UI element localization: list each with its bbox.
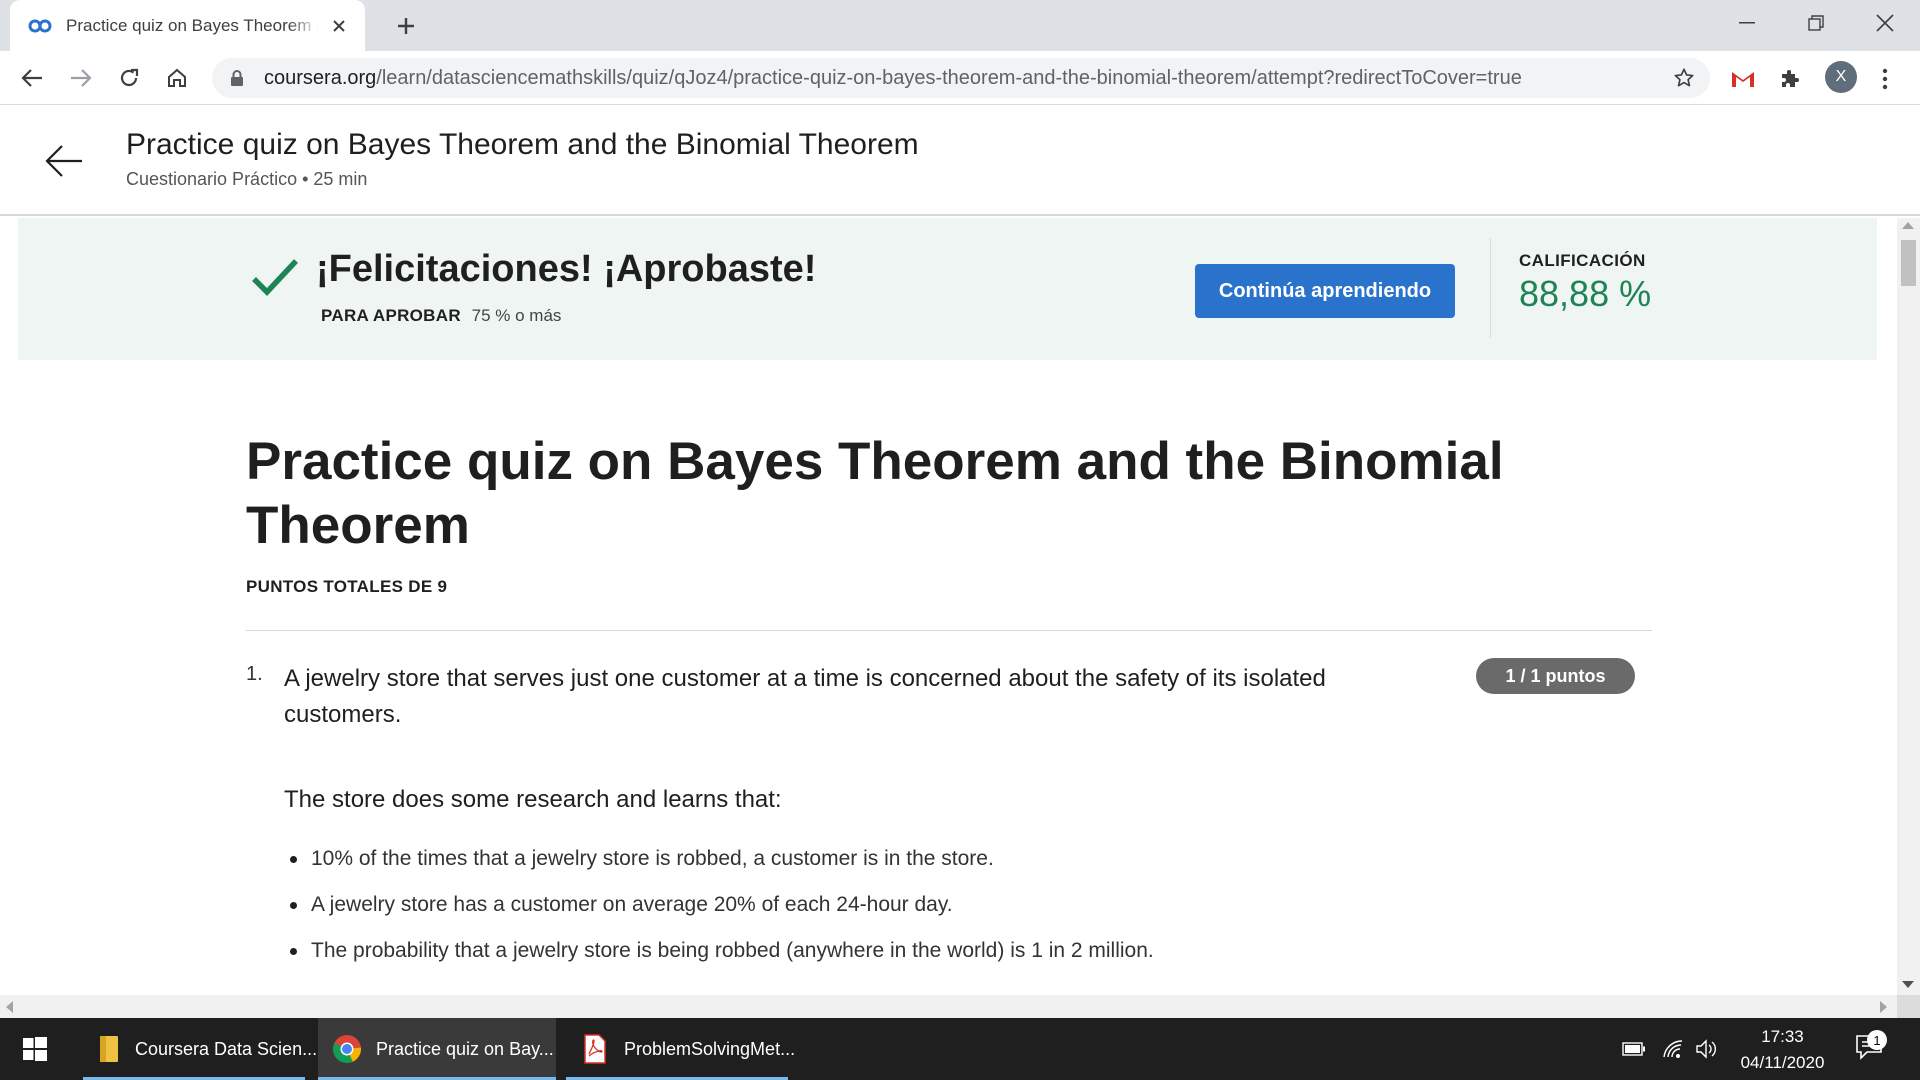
scroll-up-icon[interactable] [1902, 222, 1914, 229]
taskbar-item-label: Practice quiz on Bay... [376, 1038, 554, 1059]
pass-label: PARA APROBAR [321, 306, 461, 325]
clock-time: 17:33 [1761, 1027, 1804, 1046]
taskbar-item-label: ProblemSolvingMet... [624, 1038, 796, 1059]
taskbar-item-chrome[interactable]: Practice quiz on Bay... [318, 1018, 556, 1080]
browser-toolbar: coursera.org/learn/datasciencemathskills… [0, 51, 1920, 105]
windows-taskbar: Coursera Data Scien... Practice quiz on … [0, 1018, 1920, 1080]
coursera-favicon-icon [28, 14, 52, 38]
grade-label: CALIFICACIÓN [1519, 251, 1646, 270]
taskbar-item-pdf[interactable]: ProblemSolvingMet... [566, 1018, 796, 1080]
quiz-title: Practice quiz on Bayes Theorem and the B… [246, 432, 1504, 555]
home-icon[interactable] [161, 62, 193, 94]
tab-title: Practice quiz on Bayes Theorem and the B… [66, 15, 319, 35]
back-icon[interactable] [16, 62, 48, 94]
pass-requirement: PARA APROBAR 75 % o más [321, 306, 561, 326]
pass-value: 75 % o más [471, 306, 562, 325]
pass-message: ¡Felicitaciones! ¡Aprobaste! [316, 248, 817, 290]
windows-start-icon[interactable] [0, 1018, 70, 1080]
question-number: 1. [246, 663, 263, 685]
list-item: A jewelry store has a customer on averag… [284, 882, 1584, 928]
browser-menu-icon[interactable] [1870, 64, 1900, 94]
close-window-icon[interactable] [1858, 6, 1912, 40]
total-points: PUNTOS TOTALES DE 9 [246, 577, 448, 596]
extensions-puzzle-icon[interactable] [1775, 64, 1805, 94]
question-text: A jewelry store that serves just one cus… [284, 665, 1326, 728]
grade-divider [1490, 238, 1491, 338]
scroll-left-icon[interactable] [6, 1001, 13, 1013]
result-banner: ¡Felicitaciones! ¡Aprobaste! PARA APROBA… [18, 218, 1877, 360]
question-points-badge: 1 / 1 puntos [1476, 658, 1635, 694]
notification-count-badge: 1 [1867, 1030, 1887, 1050]
chrome-icon [332, 1034, 362, 1064]
question-facts-list: 10% of the times that a jewelry store is… [284, 836, 1584, 974]
grade-value: 88,88 % [1519, 273, 1652, 314]
pdf-icon [580, 1034, 610, 1064]
browser-tab-strip: Practice quiz on Bayes Theorem and the B… [0, 0, 1920, 51]
question-intro: The store does some research and learns … [284, 786, 782, 813]
gmail-icon[interactable] [1728, 64, 1758, 94]
list-item: 10% of the times that a jewelry store is… [284, 836, 1584, 882]
scroll-down-icon[interactable] [1902, 981, 1914, 988]
horizontal-scrollbar[interactable] [0, 995, 1897, 1018]
close-tab-icon[interactable] [327, 14, 351, 38]
url-text: coursera.org/learn/datasciencemathskills… [264, 67, 1522, 90]
browser-tab-active[interactable]: Practice quiz on Bayes Theorem and the B… [10, 0, 365, 51]
reload-icon[interactable] [113, 62, 145, 94]
scroll-right-icon[interactable] [1880, 1001, 1887, 1013]
battery-icon[interactable] [1621, 1037, 1647, 1061]
url-host: coursera.org [264, 66, 377, 89]
continue-learning-button[interactable]: Continúa aprendiendo [1195, 264, 1455, 318]
back-arrow-icon[interactable] [42, 140, 84, 182]
restore-icon[interactable] [1789, 6, 1843, 40]
vertical-scrollbar[interactable] [1897, 218, 1920, 995]
checkmark-icon [250, 255, 300, 299]
section-divider [246, 630, 1652, 631]
header-title: Practice quiz on Bayes Theorem and the B… [126, 128, 919, 161]
taskbar-clock[interactable]: 17:33 04/11/2020 [1730, 1024, 1835, 1076]
taskbar-item-file-explorer[interactable]: Coursera Data Scien... [83, 1018, 318, 1080]
url-path: /learn/datasciencemathskills/quiz/qJoz4/… [376, 66, 1522, 89]
lock-icon [228, 69, 246, 87]
list-item: The probability that a jewelry store is … [284, 928, 1584, 974]
header-subtitle: Cuestionario Práctico • 25 min [126, 169, 368, 189]
clock-date: 04/11/2020 [1740, 1053, 1825, 1072]
scrollbar-thumb[interactable] [1901, 240, 1916, 286]
quiz-header: Practice quiz on Bayes Theorem and the B… [0, 106, 1920, 216]
folder-icon [97, 1034, 121, 1064]
bookmark-star-icon[interactable] [1670, 64, 1698, 92]
wifi-icon[interactable] [1660, 1037, 1686, 1061]
new-tab-icon[interactable] [392, 12, 420, 40]
taskbar-item-label: Coursera Data Scien... [135, 1038, 318, 1059]
minimize-icon[interactable] [1720, 6, 1774, 40]
scrollbar-corner [1897, 995, 1920, 1018]
profile-avatar[interactable]: X [1825, 61, 1857, 93]
address-bar[interactable]: coursera.org/learn/datasciencemathskills… [212, 58, 1710, 98]
forward-icon[interactable] [65, 62, 97, 94]
volume-icon[interactable] [1694, 1037, 1720, 1061]
